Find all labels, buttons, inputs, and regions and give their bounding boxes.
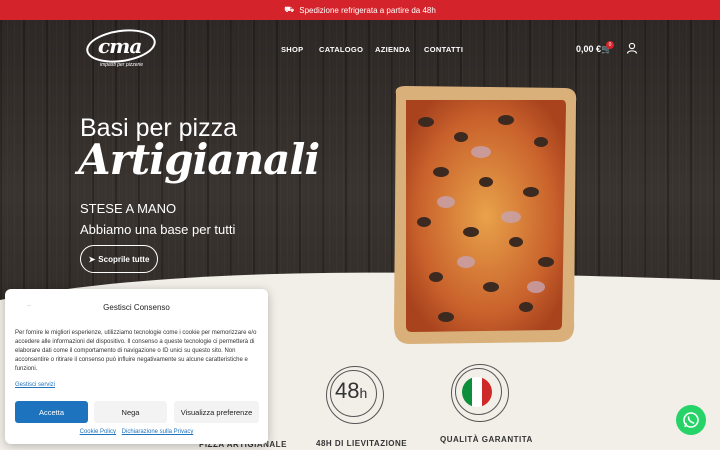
logo-text: cma — [98, 34, 142, 58]
hero-subtitle: STESE A MANO — [80, 201, 177, 216]
hero-tagline: Abbiamo una base per tutti — [80, 222, 236, 237]
cookie-policy-link[interactable]: Cookie Policy — [80, 429, 116, 435]
feature-label-48h: 48H DI LIEVITAZIONE — [316, 439, 408, 448]
menu-contatti[interactable]: CONTATTI — [424, 45, 463, 54]
manage-services-link[interactable]: Gestisci servizi — [15, 382, 55, 388]
menu-azienda[interactable]: AZIENDA — [375, 45, 410, 54]
consent-body: Per fornire le migliori esperienze, util… — [15, 330, 257, 372]
italy-flag-icon — [462, 377, 492, 407]
truck-icon: ⛟ — [284, 5, 295, 14]
accept-button[interactable]: Accetta — [15, 401, 88, 423]
flag-white — [472, 377, 482, 407]
badge-48h-text: 48h — [335, 378, 368, 403]
deny-button[interactable]: Nega — [94, 401, 167, 423]
user-icon[interactable] — [626, 42, 638, 54]
shipping-text: Spedizione refrigerata a partire da 48h — [299, 5, 436, 15]
preferences-button[interactable]: Visualizza preferenze — [174, 401, 259, 423]
feature-label-qualita: QUALITÀ GARANTITA — [440, 435, 533, 444]
menu-catalogo[interactable]: CATALOGO — [319, 45, 363, 54]
cookie-consent-dialog: ·· Gestisci Consenso Per fornire le migl… — [5, 289, 268, 444]
logo[interactable]: cma impasti per pizzerie — [84, 25, 158, 70]
consent-title: Gestisci Consenso — [103, 303, 170, 312]
cart-count-badge: 0 — [606, 41, 614, 49]
whatsapp-button[interactable] — [676, 405, 706, 435]
logo-tagline: impasti per pizzerie — [100, 62, 144, 68]
cart-total[interactable]: 0,00 € — [576, 44, 601, 54]
shipping-banner: ⛟ Spedizione refrigerata a partire da 48… — [0, 0, 720, 20]
consent-footer-links: Cookie Policy Dichiarazione sulla Privac… — [5, 429, 268, 435]
whatsapp-icon — [683, 412, 699, 428]
menu-shop[interactable]: SHOP — [281, 45, 303, 54]
pizza-image — [394, 86, 577, 344]
hero-script-title: Artigianali — [78, 135, 320, 184]
privacy-link[interactable]: Dichiarazione sulla Privacy — [122, 429, 194, 435]
